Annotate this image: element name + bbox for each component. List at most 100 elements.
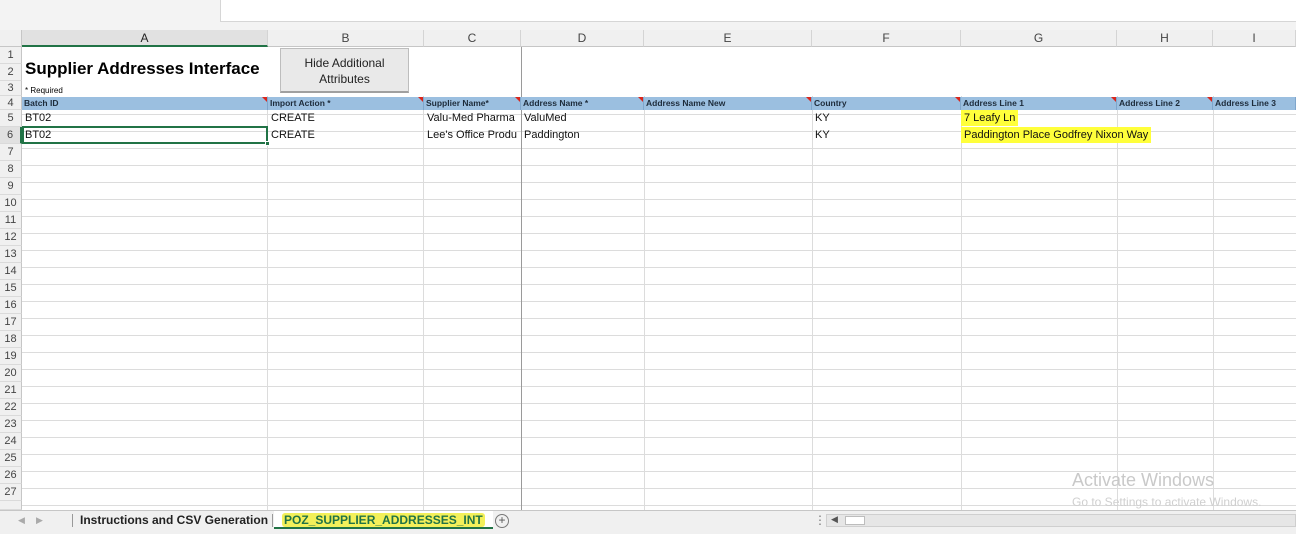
row-header[interactable]: 15: [0, 280, 22, 297]
row-header[interactable]: 25: [0, 450, 22, 467]
tab-instructions[interactable]: Instructions and CSV Generation: [72, 511, 276, 529]
row-header[interactable]: [0, 501, 22, 510]
row-header[interactable]: 4: [0, 96, 22, 110]
tab-poz-supplier-addresses[interactable]: POZ_SUPPLIER_ADDRESSES_INT: [274, 511, 493, 529]
formula-input[interactable]: [220, 0, 1296, 22]
comment-indicator-icon: [1207, 97, 1212, 102]
row-header[interactable]: 21: [0, 382, 22, 399]
gridline: [644, 47, 645, 510]
gridline: [1117, 47, 1118, 510]
activate-windows-watermark: Activate Windows: [1072, 470, 1215, 490]
tab-separator: [272, 514, 273, 527]
cell-import-action[interactable]: CREATE: [268, 127, 423, 143]
row-header[interactable]: 16: [0, 297, 22, 314]
row-header[interactable]: 17: [0, 314, 22, 331]
scroll-tabs-left-icon[interactable]: ◀: [18, 515, 25, 526]
active-cell-selection[interactable]: [22, 126, 270, 146]
cell-country[interactable]: KY: [812, 127, 960, 143]
row-header[interactable]: 13: [0, 246, 22, 263]
cell-address-line-1[interactable]: 7 Leafy Ln: [961, 110, 1116, 126]
gridline: [1213, 47, 1214, 510]
row-header[interactable]: 20: [0, 365, 22, 382]
header-supplier-name[interactable]: Supplier Name*: [424, 97, 521, 110]
sheet-title: Supplier Addresses Interface: [25, 59, 260, 78]
cell-address-name[interactable]: Paddington: [521, 127, 643, 143]
header-label: Address Line 3: [1215, 98, 1276, 108]
header-address-name-new[interactable]: Address Name New: [644, 97, 812, 110]
row-header[interactable]: 24: [0, 433, 22, 450]
header-address-line-1[interactable]: Address Line 1: [961, 97, 1117, 110]
row-header[interactable]: 11: [0, 212, 22, 229]
column-header-c[interactable]: C: [424, 30, 521, 47]
comment-indicator-icon: [1111, 97, 1116, 102]
header-import-action[interactable]: Import Action *: [268, 97, 424, 110]
cell-import-action[interactable]: CREATE: [268, 110, 423, 126]
row-header[interactable]: 9: [0, 178, 22, 195]
sheet-tab-bar: ◀ ▶ Instructions and CSV Generation POZ_…: [0, 510, 1296, 534]
column-header-d[interactable]: D: [521, 30, 644, 47]
formula-bar-area: [0, 0, 1296, 30]
row-header[interactable]: 23: [0, 416, 22, 433]
splitter-handle-icon[interactable]: ⋮: [814, 513, 826, 527]
row-header[interactable]: 27: [0, 484, 22, 501]
header-batch-id[interactable]: Batch ID: [22, 97, 268, 110]
column-header-f[interactable]: F: [812, 30, 961, 47]
highlighted-text: Paddington Place Godfrey Nixon Way: [961, 127, 1152, 143]
comment-indicator-icon: [806, 97, 811, 102]
row-header[interactable]: 12: [0, 229, 22, 246]
header-address-name[interactable]: Address Name *: [521, 97, 644, 110]
comment-indicator-icon: [515, 97, 520, 102]
column-header-e[interactable]: E: [644, 30, 812, 47]
name-box[interactable]: [0, 0, 220, 22]
column-header-i[interactable]: I: [1213, 30, 1296, 47]
row-header[interactable]: 6: [0, 127, 22, 144]
comment-indicator-icon: [262, 97, 267, 102]
row-header[interactable]: 22: [0, 399, 22, 416]
row-header[interactable]: 3: [0, 81, 22, 96]
row-header[interactable]: 8: [0, 161, 22, 178]
row-header[interactable]: 26: [0, 467, 22, 484]
row-header[interactable]: 1: [0, 47, 22, 64]
row-header[interactable]: 7: [0, 144, 22, 161]
header-label: Address Name New: [646, 98, 726, 108]
row-header[interactable]: 10: [0, 195, 22, 212]
activate-windows-subtext: Go to Settings to activate Windows.: [1072, 495, 1262, 509]
highlighted-text: 7 Leafy Ln: [961, 110, 1019, 126]
fill-handle[interactable]: [265, 141, 270, 146]
hide-additional-attributes-button[interactable]: Hide Additional Attributes: [280, 48, 409, 93]
scroll-tabs-right-icon[interactable]: ▶: [36, 515, 43, 526]
cell-supplier-name[interactable]: Lee's Office Produ: [424, 127, 521, 143]
header-address-line-2[interactable]: Address Line 2: [1117, 97, 1213, 110]
header-label: Batch ID: [24, 98, 59, 108]
header-label: Address Line 1: [963, 98, 1024, 108]
header-country[interactable]: Country: [812, 97, 961, 110]
cell-address-name[interactable]: ValuMed: [521, 110, 643, 126]
header-label: Address Line 2: [1119, 98, 1180, 108]
required-note: * Required: [25, 86, 63, 95]
row-header[interactable]: 18: [0, 331, 22, 348]
cell-batch-id[interactable]: BT02: [22, 110, 267, 126]
header-address-line-3[interactable]: Address Line 3: [1213, 97, 1296, 110]
horizontal-scrollbar[interactable]: ◀: [826, 514, 1296, 527]
select-all-corner[interactable]: [0, 30, 22, 47]
row-header[interactable]: 5: [0, 110, 22, 127]
row-header[interactable]: 2: [0, 64, 22, 81]
tab-label: POZ_SUPPLIER_ADDRESSES_INT: [282, 513, 485, 527]
comment-indicator-icon: [418, 97, 423, 102]
row-header[interactable]: 19: [0, 348, 22, 365]
scroll-left-icon[interactable]: ◀: [831, 514, 838, 525]
row-header[interactable]: 14: [0, 263, 22, 280]
column-header-a[interactable]: A: [22, 30, 268, 47]
cell-country[interactable]: KY: [812, 110, 960, 126]
add-sheet-icon[interactable]: +: [495, 514, 509, 528]
column-header-h[interactable]: H: [1117, 30, 1213, 47]
hide-button-label: Hide Additional Attributes: [304, 56, 385, 86]
column-header-g[interactable]: G: [961, 30, 1117, 47]
header-label: Supplier Name*: [426, 98, 489, 108]
scroll-thumb[interactable]: [845, 516, 865, 525]
cell-address-line-1[interactable]: Paddington Place Godfrey Nixon Way: [961, 127, 1171, 143]
cell-supplier-name[interactable]: Valu-Med Pharma: [424, 110, 521, 126]
header-label: Country: [814, 98, 847, 108]
title-area-right: [521, 47, 1296, 96]
column-header-b[interactable]: B: [268, 30, 424, 47]
